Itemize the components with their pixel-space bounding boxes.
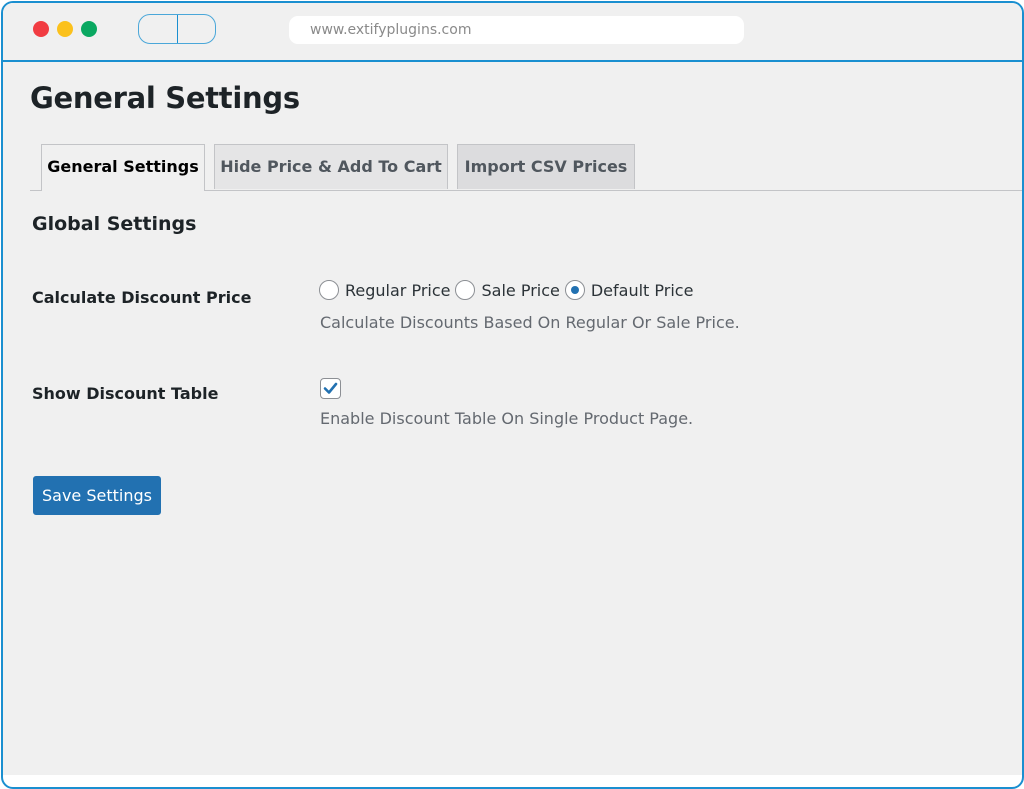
radio-sale-price[interactable]	[455, 280, 476, 300]
settings-tabs: General Settings Hide Price & Add To Car…	[30, 144, 1022, 191]
checkmark-icon	[323, 382, 338, 394]
calculate-discount-description: Calculate Discounts Based On Regular Or …	[320, 313, 740, 332]
page-title: General Settings	[30, 81, 300, 115]
radio-label: Default Price	[590, 280, 694, 300]
radio-default-price[interactable]	[564, 280, 585, 300]
radio-label: Sale Price	[481, 280, 560, 300]
settings-page: General Settings General Settings Hide P…	[3, 62, 1022, 775]
navigation-buttons	[138, 14, 216, 44]
browser-titlebar: www.extifyplugins.com	[3, 3, 1022, 62]
browser-window: www.extifyplugins.com General Settings G…	[1, 1, 1024, 789]
minimize-window-icon[interactable]	[57, 21, 73, 37]
show-discount-table-label: Show Discount Table	[32, 384, 219, 403]
radio-option-sale-price[interactable]: Sale Price	[455, 280, 560, 300]
maximize-window-icon[interactable]	[81, 21, 97, 37]
tab-import-csv-prices[interactable]: Import CSV Prices	[457, 144, 635, 189]
show-discount-table-checkbox[interactable]	[320, 378, 341, 399]
address-bar[interactable]: www.extifyplugins.com	[289, 16, 744, 44]
radio-regular-price[interactable]	[319, 280, 339, 300]
tab-general-settings[interactable]: General Settings	[41, 144, 205, 191]
close-window-icon[interactable]	[33, 21, 49, 37]
save-settings-button[interactable]: Save Settings	[33, 476, 161, 515]
radio-option-default-price[interactable]: Default Price	[564, 280, 694, 300]
section-title: Global Settings	[32, 213, 197, 235]
radio-label: Regular Price	[345, 280, 451, 300]
tab-hide-price-add-to-cart[interactable]: Hide Price & Add To Cart	[214, 144, 448, 189]
calculate-discount-radio-group: Regular Price Sale Price Default Price	[319, 280, 698, 300]
back-button[interactable]	[139, 15, 178, 43]
forward-button[interactable]	[177, 15, 215, 43]
show-discount-table-description: Enable Discount Table On Single Product …	[320, 409, 694, 428]
radio-option-regular-price[interactable]: Regular Price	[319, 280, 450, 300]
calculate-discount-label: Calculate Discount Price	[32, 288, 252, 307]
